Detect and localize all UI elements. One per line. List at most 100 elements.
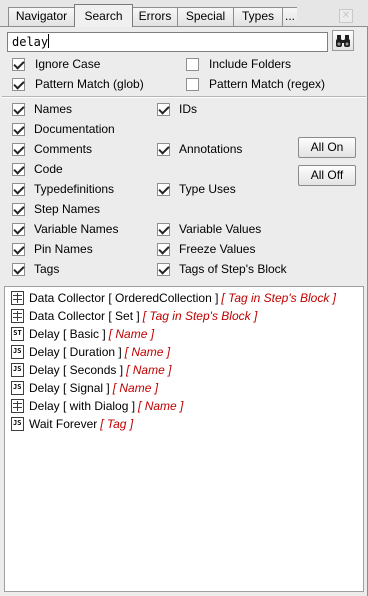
ids-checkbox[interactable] [157,102,170,116]
list-item[interactable]: JS Delay [ Seconds ] [ Name ] [11,361,171,379]
list-item[interactable]: Delay [ with Dialog ] [ Name ] [11,397,183,415]
filter-step-names[interactable]: Step Names [12,201,100,217]
type-uses-checkbox[interactable] [157,182,170,196]
st-icon: ST [11,327,24,341]
step-names-label: Step Names [34,202,101,216]
documentation-checkbox[interactable] [12,122,25,136]
list-item[interactable]: JS Wait Forever [ Tag ] [11,415,133,433]
grid-icon [11,399,24,413]
result-name: Data Collector [ OrderedCollection ] [29,291,219,305]
tab-search[interactable]: Search [74,4,133,27]
pattern-regex-option[interactable]: Pattern Match (regex) [186,76,325,92]
code-checkbox[interactable] [12,162,25,176]
ids-label: IDs [179,102,197,116]
tab-overflow[interactable]: ... [282,7,297,26]
typedefinitions-label: Typedefinitions [34,182,115,196]
pattern-regex-checkbox[interactable] [186,77,199,91]
result-name: Delay [ Duration ] [29,345,122,359]
filter-tags[interactable]: Tags [12,261,59,277]
ignore-case-label: Ignore Case [35,57,101,71]
all-off-button[interactable]: All Off [298,165,356,186]
filter-freeze-values[interactable]: Freeze Values [157,241,255,257]
include-folders-option[interactable]: Include Folders [186,56,291,72]
results-list[interactable]: Data Collector [ OrderedCollection ] [ T… [4,286,364,592]
ignore-case-checkbox[interactable] [12,57,25,71]
search-panel: delay Ignore Case Include Folders Patter… [0,26,368,596]
all-on-button[interactable]: All On [298,137,356,158]
list-item[interactable]: JS Delay [ Duration ] [ Name ] [11,343,170,361]
filter-names[interactable]: Names [12,101,72,117]
filter-type-uses[interactable]: Type Uses [157,181,236,197]
list-item[interactable]: Data Collector [ OrderedCollection ] [ T… [11,289,336,307]
result-name: Delay [ Basic ] [29,327,106,341]
result-name: Delay [ with Dialog ] [29,399,136,413]
tags-of-steps-block-label: Tags of Step's Block [179,262,287,276]
js-icon: JS [11,363,24,377]
include-folders-label: Include Folders [209,57,292,71]
result-tag: [ Tag in Step's Block ] [142,309,258,323]
variable-names-label: Variable Names [34,222,119,236]
result-tag: [ Tag ] [100,417,134,431]
tab-navigator[interactable]: Navigator [8,7,75,26]
pattern-glob-label: Pattern Match (glob) [35,77,144,91]
filter-code[interactable]: Code [12,161,63,177]
variable-values-checkbox[interactable] [157,222,170,236]
js-icon: JS [11,417,24,431]
tags-checkbox[interactable] [12,262,25,276]
result-tag: [ Name ] [108,327,155,341]
grid-icon [11,309,24,323]
close-icon[interactable]: ✕ [339,9,353,23]
filter-variable-values[interactable]: Variable Values [157,221,261,237]
filter-ids[interactable]: IDs [157,101,197,117]
filter-comments[interactable]: Comments [12,141,92,157]
result-name: Wait Forever [29,417,98,431]
freeze-values-label: Freeze Values [179,242,256,256]
annotations-label: Annotations [179,142,243,156]
tab-special[interactable]: Special [177,7,234,26]
tab-types[interactable]: Types [233,7,283,26]
variable-values-label: Variable Values [179,222,262,236]
result-tag: [ Name ] [126,363,172,377]
variable-names-checkbox[interactable] [12,222,25,236]
documentation-label: Documentation [34,122,115,136]
pattern-glob-option[interactable]: Pattern Match (glob) [12,76,144,92]
filter-pin-names[interactable]: Pin Names [12,241,93,257]
typedefinitions-checkbox[interactable] [12,182,25,196]
grid-icon [11,291,24,305]
tab-bar: Navigator Search Errors Special Types ..… [0,0,368,27]
filter-typedefinitions[interactable]: Typedefinitions [12,181,114,197]
result-name: Delay [ Signal ] [29,381,110,395]
ignore-case-option[interactable]: Ignore Case [12,56,100,72]
comments-checkbox[interactable] [12,142,25,156]
tags-of-steps-block-checkbox[interactable] [157,262,170,276]
include-folders-checkbox[interactable] [186,57,199,71]
result-name: Data Collector [ Set ] [29,309,140,323]
pattern-glob-checkbox[interactable] [12,77,25,91]
search-input[interactable]: delay [7,32,328,52]
list-item[interactable]: JS Delay [ Signal ] [ Name ] [11,379,158,397]
step-names-checkbox[interactable] [12,202,25,216]
code-label: Code [34,162,63,176]
list-item[interactable]: Data Collector [ Set ] [ Tag in Step's B… [11,307,257,325]
names-checkbox[interactable] [12,102,25,116]
binoculars-icon [336,34,350,47]
filter-documentation[interactable]: Documentation [12,121,115,137]
filter-tags-of-steps-block[interactable]: Tags of Step's Block [157,261,287,277]
tab-errors[interactable]: Errors [132,7,178,26]
list-item[interactable]: ST Delay [ Basic ] [ Name ] [11,325,154,343]
search-button[interactable] [332,30,354,51]
result-tag: [ Name ] [112,381,159,395]
js-icon: JS [11,345,24,359]
js-icon: JS [11,381,24,395]
pattern-regex-label: Pattern Match (regex) [209,77,326,91]
tags-label: Tags [34,262,60,276]
pin-names-checkbox[interactable] [12,242,25,256]
filter-variable-names[interactable]: Variable Names [12,221,118,237]
pin-names-label: Pin Names [34,242,93,256]
names-label: Names [34,102,73,116]
filter-annotations[interactable]: Annotations [157,141,242,157]
result-tag: [ Tag in Step's Block ] [221,291,336,305]
annotations-checkbox[interactable] [157,142,170,156]
result-name: Delay [ Seconds ] [29,363,124,377]
freeze-values-checkbox[interactable] [157,242,170,256]
